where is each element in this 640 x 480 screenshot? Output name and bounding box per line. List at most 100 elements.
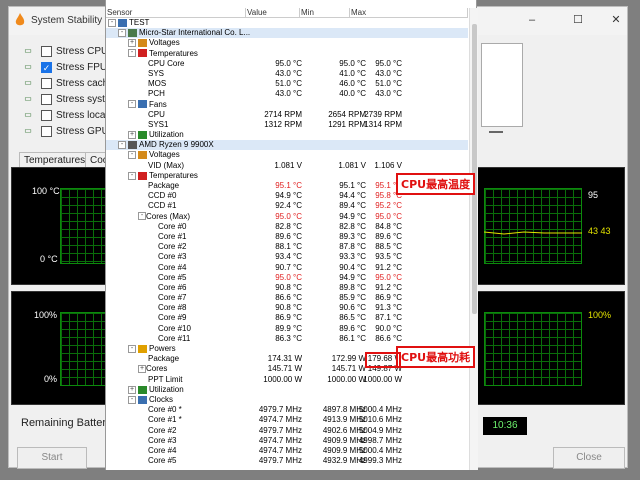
- collapse-icon[interactable]: -: [128, 151, 136, 160]
- sensor-label: AMD Ryzen 9 9900X: [139, 140, 214, 150]
- expand-icon[interactable]: +: [128, 385, 136, 394]
- sensor-row[interactable]: SYS1 1312 RPM 1291 RPM 1314 RPM: [106, 120, 468, 130]
- tree-group-row[interactable]: + Utilization: [106, 385, 468, 395]
- sensor-label: Fans: [149, 99, 167, 109]
- sensor-row[interactable]: Core #5 4979.7 MHz 4932.9 MHz 4999.3 MHz: [106, 456, 468, 466]
- expand-icon[interactable]: +: [138, 365, 146, 374]
- sensor-row[interactable]: Core #1 * 4974.7 MHz 4913.9 MHz 5010.6 MHz: [106, 415, 468, 425]
- expand-icon[interactable]: +: [128, 130, 136, 139]
- sensor-row[interactable]: Core #3 4974.7 MHz 4909.9 MHz 4998.7 MHz: [106, 436, 468, 446]
- sensor-row[interactable]: MOS 51.0 °C 46.0 °C 51.0 °C: [106, 79, 468, 89]
- tree-group-row[interactable]: + Voltages: [106, 38, 468, 48]
- start-button[interactable]: Start: [17, 447, 87, 469]
- graph-min-label: 0 °C: [40, 254, 58, 264]
- col-max[interactable]: Max: [350, 8, 468, 18]
- sensor-row[interactable]: Core #4 4974.7 MHz 4909.9 MHz 5000.4 MHz: [106, 446, 468, 456]
- sensor-row[interactable]: Core #2 88.1 °C 87.8 °C 88.5 °C: [106, 242, 468, 252]
- tree-group-row[interactable]: - TEST: [106, 18, 468, 28]
- tree-group-row[interactable]: + Utilization: [106, 130, 468, 140]
- collapse-icon[interactable]: -: [118, 29, 126, 38]
- minimize-icon[interactable]: –: [525, 13, 539, 27]
- tree-group-row[interactable]: - Fans: [106, 100, 468, 110]
- checkbox[interactable]: ✓: [41, 62, 52, 73]
- collapse-icon[interactable]: -: [128, 395, 136, 404]
- sensor-label: Cores: [146, 364, 168, 374]
- sensor-label: Clocks: [149, 394, 174, 404]
- checkbox[interactable]: [41, 126, 52, 137]
- tree-group-row[interactable]: - AMD Ryzen 9 9900X: [106, 140, 468, 151]
- sensor-row[interactable]: PPT Limit 1000.00 W 1000.00 W 1000.00 W: [106, 375, 468, 385]
- sensor-max: 91.2 °C: [375, 282, 402, 292]
- sensor-row[interactable]: SYS 43.0 °C 41.0 °C 43.0 °C: [106, 69, 468, 79]
- sensor-row[interactable]: Core #6 90.8 °C 89.8 °C 91.2 °C: [106, 283, 468, 293]
- sensor-label: Core #9: [158, 313, 187, 323]
- thermometer-icon: [138, 171, 147, 180]
- checkbox[interactable]: [41, 94, 52, 105]
- collapse-icon[interactable]: -: [108, 18, 116, 27]
- tree-group-row[interactable]: - Micro-Star International Co. L...: [106, 28, 468, 39]
- tree-group-row[interactable]: - Voltages: [106, 150, 468, 160]
- sensor-row[interactable]: CCD #1 92.4 °C 89.4 °C 95.2 °C: [106, 201, 468, 211]
- expand-icon[interactable]: +: [128, 39, 136, 48]
- tab-cooling[interactable]: Cool: [85, 152, 107, 168]
- sensor-row[interactable]: CPU 2714 RPM 2654 RPM 2739 RPM: [106, 110, 468, 120]
- tree-group-row[interactable]: - Temperatures: [106, 49, 468, 59]
- col-min[interactable]: Min: [300, 8, 350, 18]
- collapse-icon[interactable]: -: [128, 171, 136, 180]
- close-button[interactable]: Close: [553, 447, 625, 469]
- tab-temperatures[interactable]: Temperatures: [19, 152, 91, 168]
- sensor-row[interactable]: Core #0 * 4979.7 MHz 4897.8 MHz 5000.4 MHz: [106, 405, 468, 415]
- sensor-label: CCD #0: [148, 191, 177, 201]
- sensor-row[interactable]: Core #4 90.7 °C 90.4 °C 91.2 °C: [106, 263, 468, 273]
- sensor-value: 4974.7 MHz: [258, 415, 302, 425]
- computer-icon: [118, 18, 127, 27]
- checkbox[interactable]: [41, 46, 52, 57]
- sensor-row[interactable]: Core #5 95.0 °C 94.9 °C 95.0 °C: [106, 273, 468, 283]
- sensor-row[interactable]: Core #11 86.3 °C 86.1 °C 86.6 °C: [106, 334, 468, 344]
- info-panel: [481, 43, 523, 127]
- clock-icon: [138, 395, 147, 404]
- checkbox[interactable]: [41, 78, 52, 89]
- temperature-trace: [484, 231, 582, 235]
- tree-group-row[interactable]: - Clocks: [106, 395, 468, 405]
- sensor-row[interactable]: Core #8 90.8 °C 90.6 °C 91.3 °C: [106, 303, 468, 313]
- sensor-name-cell: + Utilization: [106, 385, 184, 395]
- sensor-row[interactable]: Core #7 86.6 °C 85.9 °C 86.9 °C: [106, 293, 468, 303]
- col-sensor[interactable]: Sensor: [106, 8, 246, 18]
- sensor-name-cell: Package: [106, 181, 179, 191]
- sensor-value: 145.71 W: [267, 364, 302, 374]
- maximize-icon[interactable]: ☐: [571, 13, 585, 27]
- sensor-row[interactable]: Core #0 82.8 °C 82.8 °C 84.8 °C: [106, 222, 468, 232]
- sensor-row[interactable]: Core #1 89.6 °C 89.3 °C 89.6 °C: [106, 232, 468, 242]
- checkbox[interactable]: [41, 110, 52, 121]
- sensor-name-cell: Core #11: [106, 334, 190, 344]
- sensor-row[interactable]: Core #9 86.9 °C 86.5 °C 87.1 °C: [106, 313, 468, 323]
- scrollbar-thumb[interactable]: [472, 24, 477, 314]
- collapse-icon[interactable]: -: [128, 49, 136, 58]
- col-value[interactable]: Value: [246, 8, 300, 18]
- power-icon: [138, 344, 147, 353]
- sensor-max: 1.106 V: [374, 160, 402, 170]
- usage-max-label: 100%: [34, 310, 58, 320]
- collapse-icon[interactable]: -: [118, 141, 126, 150]
- sensor-max: 1314 RPM: [364, 119, 402, 129]
- slider-handle[interactable]: [489, 131, 503, 133]
- sensor-label: Core #5: [158, 272, 187, 282]
- sensor-row[interactable]: - Cores (Max) 95.0 °C 94.9 °C 95.0 °C: [106, 212, 468, 222]
- sensor-row[interactable]: VID (Max) 1.081 V 1.081 V 1.106 V: [106, 161, 468, 171]
- close-icon[interactable]: ✕: [609, 13, 623, 27]
- collapse-icon[interactable]: -: [128, 344, 136, 353]
- sensor-max: 95.0 °C: [375, 211, 402, 221]
- collapse-icon[interactable]: -: [128, 100, 136, 109]
- sensor-max: 5004.9 MHz: [358, 425, 402, 435]
- collapse-icon[interactable]: -: [138, 212, 146, 221]
- sensor-row[interactable]: Core #3 93.4 °C 93.3 °C 93.5 °C: [106, 252, 468, 262]
- sensor-name-cell: Core #10: [106, 324, 191, 334]
- sensor-row[interactable]: Core #2 4979.7 MHz 4902.6 MHz 5004.9 MHz: [106, 426, 468, 436]
- sensor-value: 95.0 °C: [275, 211, 302, 221]
- sensor-name-cell: Core #5: [106, 273, 186, 283]
- sensor-row[interactable]: CPU Core 95.0 °C 95.0 °C 95.0 °C: [106, 59, 468, 69]
- sensor-row[interactable]: PCH 43.0 °C 40.0 °C 43.0 °C: [106, 89, 468, 99]
- sensor-row[interactable]: Core #10 89.9 °C 89.6 °C 90.0 °C: [106, 324, 468, 334]
- vertical-scrollbar[interactable]: [469, 8, 478, 470]
